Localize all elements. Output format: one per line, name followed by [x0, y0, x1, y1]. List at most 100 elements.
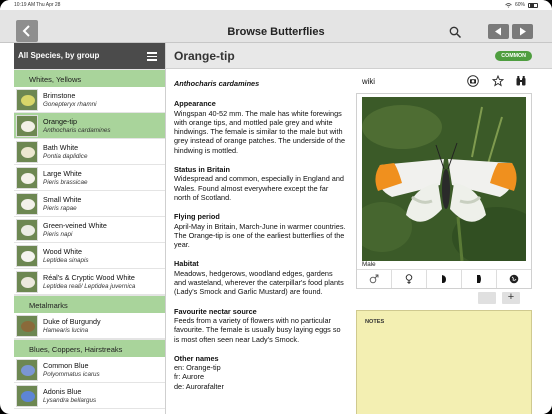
- nav-bar: Browse Butterflies: [0, 10, 552, 43]
- triangle-right-icon: [520, 27, 526, 36]
- group-header: Whites, Yellows: [14, 69, 165, 87]
- species-latin-name: Pontia daplidice: [43, 152, 88, 160]
- species-title: Orange-tip: [174, 49, 235, 63]
- menu-icon[interactable]: [147, 52, 157, 61]
- caterpillar-button[interactable]: [427, 270, 462, 288]
- species-thumbnail: [16, 218, 38, 241]
- search-icon[interactable]: [449, 26, 462, 39]
- species-thumbnail: [16, 244, 38, 267]
- species-thumbnail: [16, 384, 38, 407]
- male-button[interactable]: [357, 270, 392, 288]
- egg-button[interactable]: [462, 270, 497, 288]
- sidebar-title: All Species, by group: [18, 51, 100, 60]
- species-name: Duke of Burgundy: [43, 316, 101, 326]
- species-thumbnail: [16, 270, 38, 293]
- status-bar: 10:19 AM Thu Apr 28 60%: [0, 0, 552, 10]
- species-sections: Appearance Wingspan 40-52 mm. The male ha…: [174, 99, 346, 391]
- list-item[interactable]: Wood White Leptidea sinapis: [14, 243, 165, 269]
- section-body: April-May in Britain, March-June in warm…: [174, 221, 346, 250]
- female-icon: [405, 274, 413, 284]
- species-name: Orange-tip: [43, 116, 77, 126]
- list-item[interactable]: Orange-tip Anthocharis cardamines: [14, 113, 165, 139]
- species-thumbnail: [16, 114, 38, 137]
- photo-caption: Male: [362, 261, 376, 268]
- species-name: Large White: [43, 168, 82, 178]
- group-header: Blues, Coppers, Hairstreaks: [14, 339, 165, 357]
- binoculars-icon[interactable]: [515, 75, 527, 87]
- species-latin-name: Anthocharis cardamines: [43, 126, 111, 134]
- star-icon[interactable]: [492, 75, 504, 87]
- species-latin-name: Hamearis lucina: [43, 326, 89, 334]
- list-item-text: Bath White Pontia daplidice: [43, 143, 87, 161]
- add-photo-button[interactable]: +: [502, 292, 520, 304]
- group-header: Metalmarks: [14, 295, 165, 313]
- species-name: Brimstone: [43, 90, 76, 100]
- species-description: Anthocharis cardamines Appearance Wingspa…: [174, 79, 346, 401]
- list-item[interactable]: Duke of Burgundy Hamearis lucina: [14, 313, 165, 339]
- list-item[interactable]: Bath White Pontia daplidice: [14, 139, 165, 165]
- list-item[interactable]: Adonis Blue Lysandra bellargus: [14, 383, 165, 409]
- species-detail: Orange-tip COMMON Anthocharis cardamines…: [166, 43, 552, 414]
- species-thumbnail: [16, 88, 38, 111]
- notes-panel[interactable]: NOTES: [356, 310, 532, 414]
- caterpillar-icon: [442, 275, 446, 283]
- status-time: 10:19 AM: [14, 2, 36, 8]
- battery-percent: 60%: [514, 2, 525, 8]
- list-item-text: Small White Pieris rapae: [43, 195, 81, 213]
- butterfly-photo[interactable]: [362, 97, 526, 261]
- triangle-left-icon: [495, 27, 501, 36]
- photo-card: Male: [356, 93, 532, 289]
- species-thumbnail: [16, 314, 38, 337]
- section-body: Meadows, hedgerows, woodland edges, gard…: [174, 268, 344, 297]
- section-body: Widespread and common, especially in Eng…: [174, 174, 344, 202]
- species-name: Bath White: [43, 142, 79, 152]
- list-item-text: Large White Pieris brassicae: [43, 169, 87, 187]
- list-item[interactable]: Réal's & Cryptic Wood White Leptidea real…: [14, 269, 165, 295]
- species-latin-name: Polyommatus icarus: [43, 370, 100, 378]
- species-latin-name: Pieris rapae: [43, 204, 77, 212]
- distribution-button[interactable]: [497, 270, 531, 288]
- species-name: Small White: [43, 194, 82, 204]
- globe-icon: [509, 274, 519, 284]
- species-latin-name: Lysandra bellargus: [43, 396, 97, 404]
- section-title: Appearance: [174, 99, 216, 109]
- female-button[interactable]: [392, 270, 427, 288]
- species-list-sidebar: All Species, by group Whites, Yellows Bri…: [14, 43, 166, 414]
- species-name: Green-veined White: [43, 220, 107, 230]
- species-latin-name: Pieris napi: [43, 230, 73, 238]
- camera-icon[interactable]: [467, 75, 479, 87]
- section-body: en: Orange-tip fr: Aurore de: Aurorafalt…: [174, 363, 224, 391]
- grid-view-button[interactable]: [478, 292, 496, 304]
- species-name: Adonis Blue: [43, 386, 82, 396]
- species-thumbnail: [16, 358, 38, 381]
- next-species-button[interactable]: [512, 24, 533, 39]
- list-item-text: Adonis Blue Lysandra bellargus: [43, 387, 96, 405]
- page-title: Browse Butterflies: [227, 26, 325, 38]
- species-groups: Whites, Yellows Brimstone Gonepteryx rhamn…: [14, 69, 165, 409]
- list-item[interactable]: Small White Pieris rapae: [14, 191, 165, 217]
- male-icon: [369, 274, 379, 284]
- section-title: Habitat: [174, 259, 199, 269]
- app-screen: 10:19 AM Thu Apr 28 60% Browse Butterfli…: [0, 0, 552, 414]
- previous-species-button[interactable]: [488, 24, 509, 39]
- species-header: Orange-tip COMMON: [166, 43, 552, 69]
- media-toolbar: wiki: [356, 75, 532, 93]
- media-panel: wiki Male + NOTES: [356, 75, 532, 414]
- wiki-link[interactable]: wiki: [362, 77, 375, 86]
- list-item-text: Brimstone Gonepteryx rhamni: [43, 91, 97, 109]
- status-right: 60%: [505, 2, 538, 8]
- section-title: Flying period: [174, 212, 220, 222]
- battery-icon: [528, 2, 538, 8]
- list-item[interactable]: Common Blue Polyommatus icarus: [14, 357, 165, 383]
- list-item-text: Orange-tip Anthocharis cardamines: [43, 117, 111, 135]
- section-title: Status in Britain: [174, 165, 230, 175]
- section-body: Feeds from a variety of flowers with no …: [174, 315, 341, 344]
- photo-controls: +: [478, 292, 520, 304]
- list-item-text: Common Blue Polyommatus icarus: [43, 361, 100, 379]
- list-item[interactable]: Green-veined White Pieris napi: [14, 217, 165, 243]
- list-item[interactable]: Large White Pieris brassicae: [14, 165, 165, 191]
- species-name: Wood White: [43, 246, 83, 256]
- section-title: Favourite nectar source: [174, 306, 257, 316]
- list-item[interactable]: Brimstone Gonepteryx rhamni: [14, 87, 165, 113]
- species-name: Réal's & Cryptic Wood White: [43, 272, 135, 282]
